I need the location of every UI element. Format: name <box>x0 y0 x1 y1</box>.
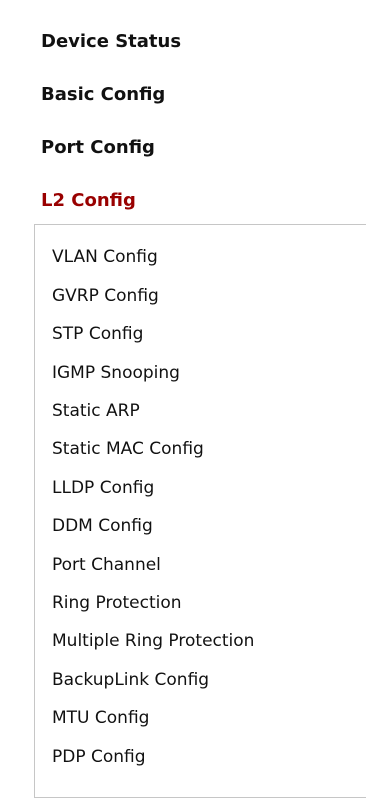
submenu-item-ring-protection[interactable]: Ring Protection <box>52 592 182 614</box>
nav-item-device-status[interactable]: Device Status <box>41 30 181 54</box>
submenu-item-static-arp[interactable]: Static ARP <box>52 400 140 422</box>
submenu-item-port-channel[interactable]: Port Channel <box>52 554 161 576</box>
submenu-item-mtu-config[interactable]: MTU Config <box>52 707 149 729</box>
submenu-item-pdp-config[interactable]: PDP Config <box>52 746 146 768</box>
nav-item-port-config[interactable]: Port Config <box>41 136 155 160</box>
submenu-item-stp-config[interactable]: STP Config <box>52 323 143 345</box>
nav-item-basic-config[interactable]: Basic Config <box>41 83 165 107</box>
submenu-item-lldp-config[interactable]: LLDP Config <box>52 477 154 499</box>
submenu-item-multiple-ring-protection[interactable]: Multiple Ring Protection <box>52 630 254 652</box>
nav-item-l2-config[interactable]: L2 Config <box>41 189 136 213</box>
submenu-item-backuplink-config[interactable]: BackupLink Config <box>52 669 209 691</box>
submenu-item-ddm-config[interactable]: DDM Config <box>52 515 153 537</box>
submenu-item-gvrp-config[interactable]: GVRP Config <box>52 285 159 307</box>
submenu-item-static-mac-config[interactable]: Static MAC Config <box>52 438 204 460</box>
l2-config-submenu: VLAN Config GVRP Config STP Config IGMP … <box>34 224 366 798</box>
submenu-item-igmp-snooping[interactable]: IGMP Snooping <box>52 362 180 384</box>
submenu-item-vlan-config[interactable]: VLAN Config <box>52 246 158 268</box>
